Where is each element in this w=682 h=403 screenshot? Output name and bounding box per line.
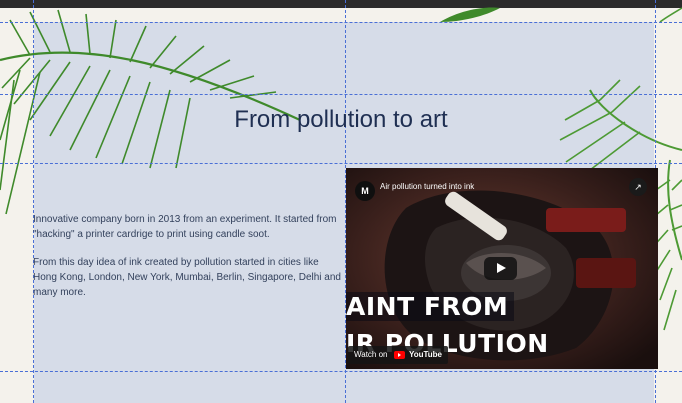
play-button[interactable] <box>484 257 517 280</box>
guide-line-vertical <box>33 0 34 403</box>
guide-line-horizontal <box>0 94 682 95</box>
guide-line-horizontal <box>0 371 682 372</box>
page-canvas: From pollution to art Innovative company… <box>0 0 682 403</box>
play-icon <box>497 263 506 273</box>
video-title[interactable]: Air pollution turned into ink <box>380 182 474 191</box>
share-icon[interactable]: ↗ <box>629 178 647 196</box>
guide-line-horizontal <box>0 22 682 23</box>
description-paragraph: From this day idea of ink created by pol… <box>33 257 341 298</box>
description-block: Innovative company born in 2013 from an … <box>33 212 345 313</box>
youtube-video-embed[interactable]: M Air pollution turned into ink ↗ AINT F… <box>346 168 658 369</box>
youtube-label: YouTube <box>408 350 442 359</box>
page-title: From pollution to art <box>234 106 448 133</box>
description-paragraph: Innovative company born in 2013 from an … <box>33 214 337 240</box>
youtube-logo-icon <box>393 350 405 359</box>
top-palm-leaf-icon <box>440 7 500 22</box>
channel-avatar[interactable]: M <box>355 181 375 201</box>
guide-line-horizontal <box>0 163 682 164</box>
watch-on-youtube-button[interactable]: Watch on YouTube <box>348 346 448 364</box>
watch-on-label: Watch on <box>354 350 388 359</box>
video-overlay-text: AINT FROM <box>346 292 515 321</box>
